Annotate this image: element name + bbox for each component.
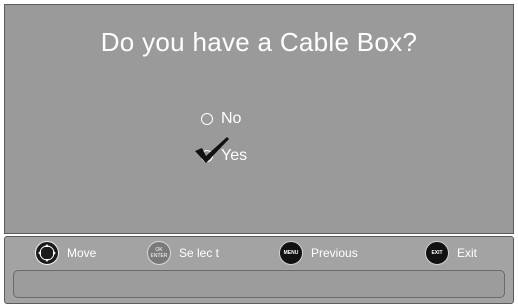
legend-move-label: Move <box>67 246 97 260</box>
legend-select-label: Se lec t <box>179 246 220 260</box>
option-no[interactable]: No <box>201 110 241 128</box>
question-title: Do you have a Cable Box? <box>100 27 418 57</box>
dpad-icon <box>35 241 59 265</box>
help-bar: Move OK ENTER Se lec t MENU Previous EXI… <box>4 236 514 304</box>
legend-select: OK ENTER Se lec t <box>147 241 219 265</box>
button-legend: Move OK ENTER Se lec t MENU Previous EXI… <box>5 237 513 269</box>
setup-dialog: Do you have a Cable Box? No Yes <box>4 4 514 234</box>
legend-previous-label: Previous <box>311 246 358 260</box>
radio-unselected-icon[interactable] <box>201 113 213 125</box>
option-yes[interactable]: Yes <box>195 137 247 165</box>
ok-enter-icon: OK ENTER <box>147 241 171 265</box>
exit-button-icon: EXIT <box>425 241 449 265</box>
legend-exit: EXIT Exit <box>425 241 477 265</box>
option-no-label: No <box>221 110 242 127</box>
legend-previous: MENU Previous <box>279 241 358 265</box>
info-box <box>13 270 505 298</box>
legend-move: Move <box>35 241 96 265</box>
legend-exit-label: Exit <box>457 246 478 260</box>
checkmark-icon <box>195 137 229 163</box>
menu-button-icon: MENU <box>279 241 303 265</box>
